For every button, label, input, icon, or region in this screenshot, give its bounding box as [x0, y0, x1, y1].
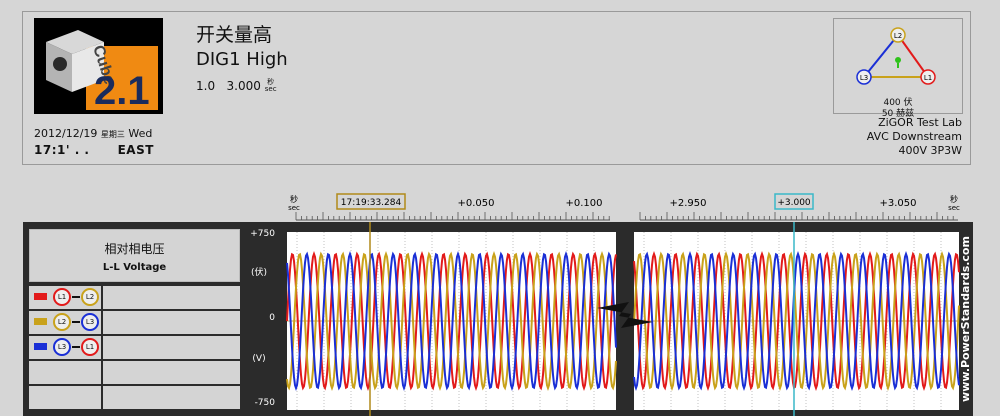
event-header: Cube 2.1 开关量高 DIG1 High 1.0 3.000 秒 sec …	[22, 11, 971, 165]
phasor-label-l3: L3	[860, 74, 868, 82]
watermark: www.PowerStandards.com	[959, 236, 972, 402]
duration-unit-en: sec	[264, 85, 277, 93]
phasor-label-l2: L2	[894, 32, 902, 40]
y-unit-bottom: (V)	[252, 354, 265, 364]
site-config: 400V 3P3W	[898, 144, 962, 157]
app-logo: Cube 2.1	[34, 18, 163, 114]
duration-value: 3.000	[226, 79, 261, 93]
site-info: ZiGOR Test Lab AVC Downstream 400V 3P3W	[867, 116, 962, 158]
event-date: 2012/12/19 星期三 Wed	[34, 127, 152, 140]
event-title-cn: 开关量高	[196, 24, 273, 46]
site-lab: ZiGOR Test Lab	[878, 116, 962, 129]
event-title-en: DIG1 High	[196, 49, 288, 70]
duration-unit: 秒 sec	[265, 79, 277, 93]
time-axis: 秒 sec 17:19:33.284 +0.050 +0.100 +2.950 …	[288, 193, 960, 221]
phasor-label-l1: L1	[924, 74, 932, 82]
duration-count: 1.0	[196, 79, 216, 93]
logo-version: 2.1	[94, 69, 150, 113]
axis-unit-cn-left: 秒	[290, 194, 298, 204]
event-duration: 1.0 3.000 秒 sec	[196, 79, 277, 94]
tick-label-left-1: +0.050	[457, 198, 494, 209]
time-axis-ticks	[295, 212, 958, 221]
axis-unit-en-left: sec	[288, 204, 300, 212]
date-value: 2012/12/19	[34, 127, 98, 140]
tick-label-right-2: +3.050	[879, 198, 916, 209]
axis-unit-cn-right: 秒	[950, 194, 958, 204]
site-location: AVC Downstream	[866, 130, 962, 143]
waveform-panel: 相对相电压 L-L Voltage L1 L2 L2 L3 L3 L1 +750…	[23, 222, 973, 416]
y-tick-bottom: -750	[255, 398, 276, 408]
event-time: 17:1' . . EAST	[34, 143, 154, 157]
cursor-time-label[interactable]: +3.000	[777, 198, 811, 208]
tick-label-right-1: +2.950	[669, 198, 706, 209]
y-tick-top: +750	[250, 229, 275, 239]
timezone: EAST	[117, 143, 154, 157]
phasor-diagram: L2 L3 L1 400 伏 50 赫兹	[833, 18, 963, 119]
weekday-en: Wed	[128, 127, 153, 140]
cube-logo-icon: Cube 2.1	[34, 18, 163, 114]
tick-label-left-2: +0.100	[565, 198, 602, 209]
weekday-cn: 星期三	[100, 130, 125, 139]
trigger-time-label[interactable]: 17:19:33.284	[341, 198, 402, 208]
axis-unit-en-right: sec	[948, 204, 960, 212]
y-unit-top: (伏)	[251, 266, 267, 278]
y-tick-zero: 0	[269, 313, 275, 323]
time-value: 17:1' . .	[34, 143, 90, 157]
status-led-icon	[895, 57, 901, 63]
waveform-chart[interactable]: +750 0 -750 (伏) (V) www.PowerStandards.c…	[23, 222, 973, 416]
